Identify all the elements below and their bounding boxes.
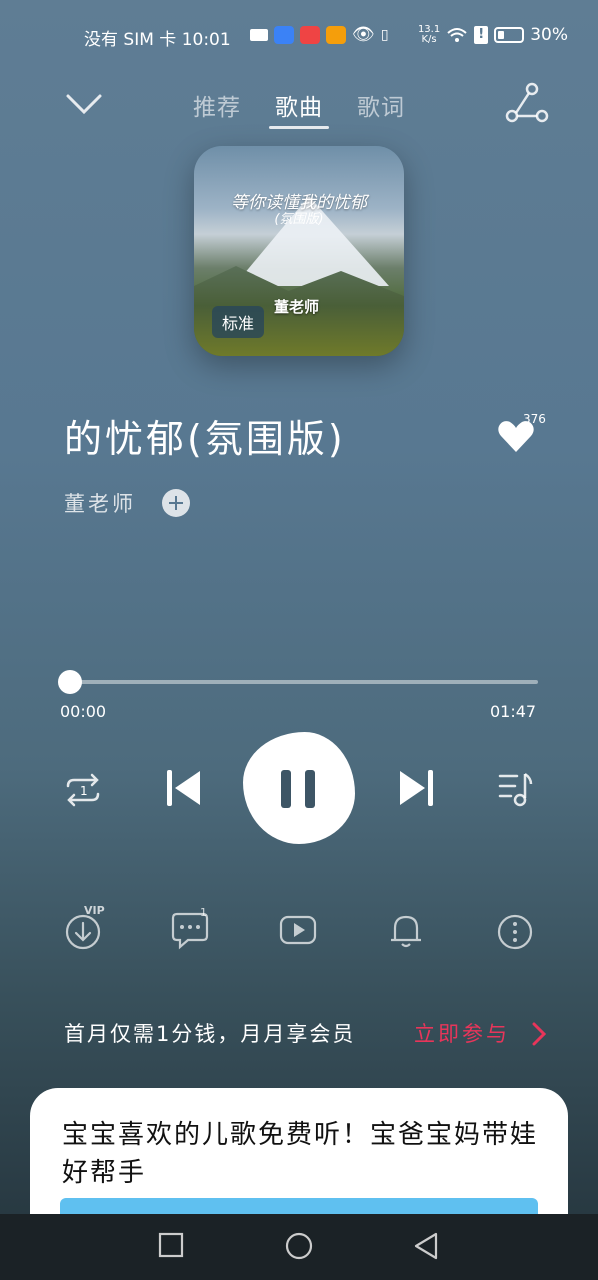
vip-promo-text: 首月仅需1分钱，月月享会员 xyxy=(64,1022,356,1046)
artist-name[interactable]: 董老师 xyxy=(64,488,136,518)
current-time: 00:00 xyxy=(60,702,107,721)
download-tool[interactable]: VIP xyxy=(64,904,105,950)
bell-icon[interactable] xyxy=(387,910,427,950)
app-icon-red xyxy=(300,25,320,44)
vibrate-icon: ▯ xyxy=(380,26,389,43)
previous-track-icon[interactable] xyxy=(164,768,204,808)
tab-recommend[interactable]: 推荐 xyxy=(193,88,241,122)
cover-artist: 董老师 xyxy=(274,298,320,316)
vip-badge: VIP xyxy=(84,904,105,917)
album-cover[interactable]: 等你读懂我的忧郁 (氛围版) 董老师 标准 xyxy=(194,146,404,356)
wifi-icon xyxy=(447,28,467,42)
recent-apps-icon[interactable] xyxy=(158,1232,184,1260)
carrier-text: 没有 SIM 卡 xyxy=(84,30,177,50)
app-icon-blue xyxy=(274,25,294,44)
home-icon[interactable] xyxy=(285,1232,315,1262)
back-icon[interactable] xyxy=(412,1232,440,1262)
join-now-link[interactable]: 立即参与 xyxy=(414,1018,510,1048)
progress-track[interactable] xyxy=(68,680,538,684)
quality-badge[interactable]: 标准 xyxy=(212,306,265,338)
pause-bar-left xyxy=(281,770,291,808)
speed-unit: K/s xyxy=(421,34,437,45)
video-play-icon[interactable] xyxy=(279,910,319,950)
follow-artist-button[interactable] xyxy=(162,489,190,517)
battery-percent: 30% xyxy=(530,25,568,45)
next-track-icon[interactable] xyxy=(396,768,436,808)
like-count: 376 xyxy=(523,412,546,426)
total-time: 01:47 xyxy=(490,702,537,721)
playlist-icon[interactable] xyxy=(497,770,535,808)
progress-knob[interactable] xyxy=(58,670,82,694)
svg-text:1: 1 xyxy=(80,784,88,798)
alert-icon: ! xyxy=(474,26,489,44)
comment-tool[interactable]: 1 xyxy=(170,906,210,950)
app-icon-orange xyxy=(326,25,346,44)
promo-card[interactable]: 宝宝喜欢的儿歌免费听！宝爸宝妈带娃好帮手 xyxy=(30,1088,568,1228)
pause-button[interactable] xyxy=(243,732,355,844)
comment-count: 1 xyxy=(200,906,207,919)
status-bar: 没有 SIM 卡 10:01 👁 ▯ 13.1 K/s ! 30% xyxy=(0,22,598,50)
status-app-icons: 👁 ▯ xyxy=(250,24,389,45)
tab-song[interactable]: 歌曲 xyxy=(275,88,323,122)
status-carrier-time: 没有 SIM 卡 10:01 xyxy=(84,25,231,50)
more-options-icon[interactable] xyxy=(496,910,536,950)
pause-bar-right xyxy=(305,770,315,808)
active-tab-indicator xyxy=(269,126,329,129)
repeat-mode-icon[interactable]: 1 xyxy=(62,772,104,808)
song-title: 的忧郁(氛围版) xyxy=(64,417,346,461)
status-right: 13.1 K/s ! 30% xyxy=(418,25,568,46)
video-icon xyxy=(250,28,268,41)
status-time: 10:01 xyxy=(181,30,231,50)
network-speed: 13.1 K/s xyxy=(418,25,440,45)
system-nav-bar xyxy=(0,1214,598,1280)
tab-lyrics[interactable]: 歌词 xyxy=(357,88,405,122)
chevron-right-icon[interactable] xyxy=(530,1022,548,1046)
eye-icon: 👁 xyxy=(352,24,375,45)
cover-subtitle-art: (氛围版) xyxy=(274,212,324,227)
share-icon[interactable] xyxy=(504,82,550,124)
promo-card-text: 宝宝喜欢的儿歌免费听！宝爸宝妈带娃好帮手 xyxy=(62,1120,539,1188)
battery-icon xyxy=(494,27,525,43)
